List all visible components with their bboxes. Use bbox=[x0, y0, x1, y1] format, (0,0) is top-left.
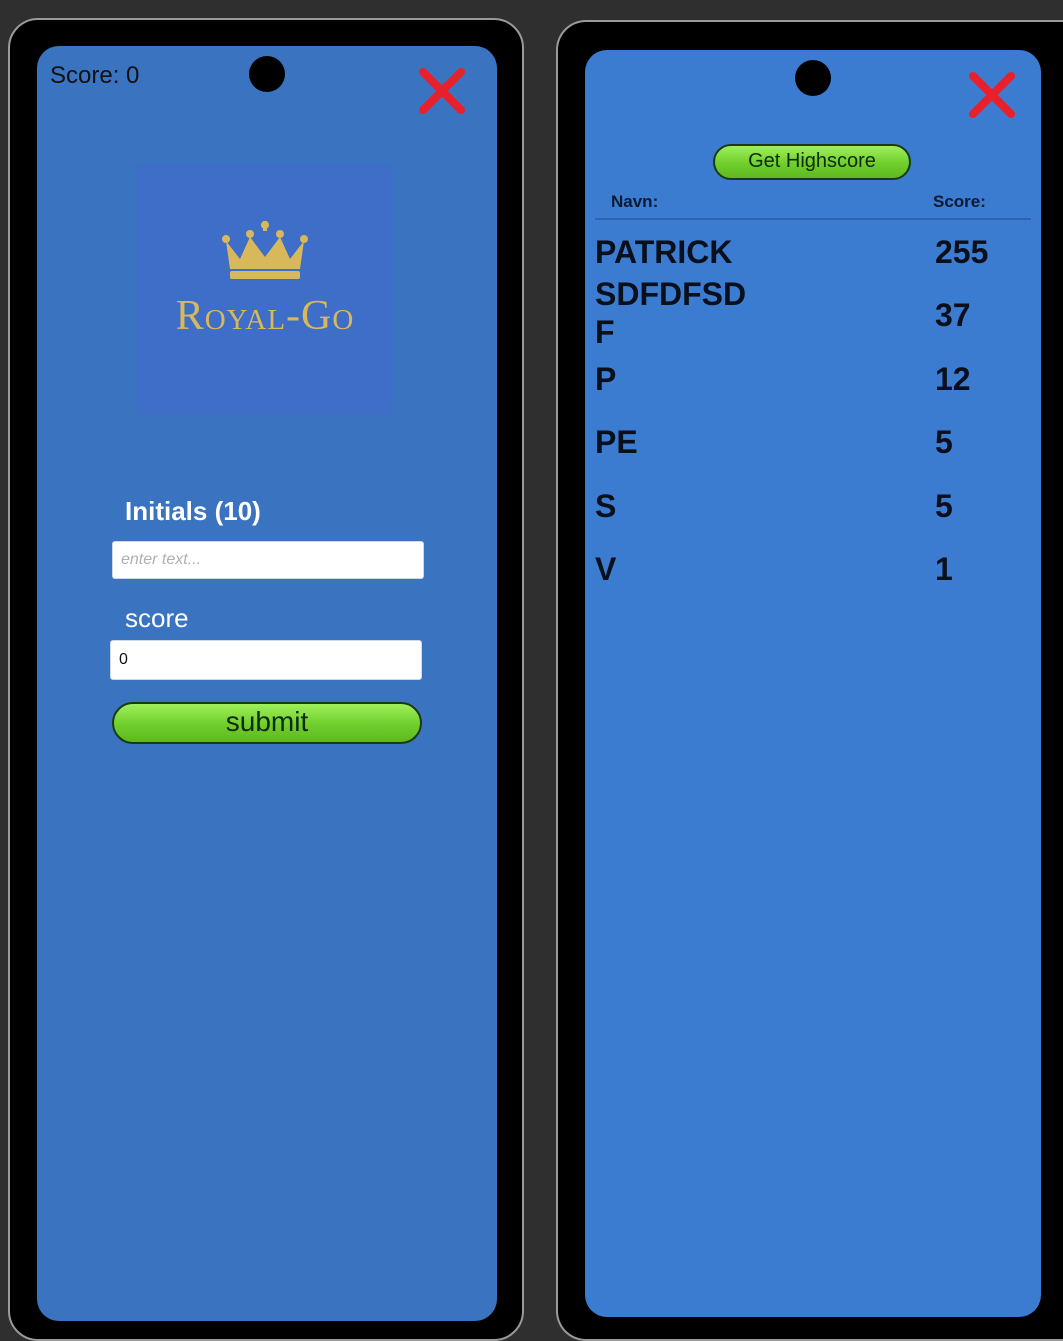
highscore-screen: Get Highscore Navn: Score: PATRICK 255 S… bbox=[585, 50, 1041, 1317]
close-icon[interactable] bbox=[967, 70, 1017, 120]
left-phone-frame: Score: 0 Royal-Go Initials (10) enter te… bbox=[8, 18, 524, 1341]
row-name: V bbox=[595, 551, 617, 587]
score-display: Score: 0 bbox=[50, 62, 140, 89]
royal-go-logo: Royal-Go bbox=[137, 164, 393, 414]
header-divider bbox=[595, 218, 1031, 220]
crown-icon bbox=[222, 221, 308, 279]
row-name: SDFDFSD F bbox=[595, 276, 747, 350]
row-name: S bbox=[595, 488, 617, 524]
row-score: 255 bbox=[935, 234, 989, 270]
score-column-header: Score: bbox=[933, 192, 986, 211]
score-input[interactable] bbox=[110, 640, 422, 680]
camera-notch-icon bbox=[249, 56, 285, 92]
name-column-header: Navn: bbox=[611, 192, 659, 211]
submit-score-screen: Score: 0 Royal-Go Initials (10) enter te… bbox=[37, 46, 497, 1321]
row-score: 37 bbox=[935, 297, 971, 333]
logo-wordmark: Royal-Go bbox=[175, 293, 355, 339]
right-phone-frame: Get Highscore Navn: Score: PATRICK 255 S… bbox=[556, 20, 1063, 1341]
camera-notch-icon bbox=[795, 60, 831, 96]
row-name: PATRICK bbox=[595, 234, 733, 270]
score-field-label: score bbox=[125, 603, 189, 633]
initials-input[interactable] bbox=[112, 541, 424, 579]
get-highscore-button[interactable]: Get Highscore bbox=[713, 144, 911, 180]
row-score: 12 bbox=[935, 361, 971, 397]
submit-button[interactable]: submit bbox=[112, 702, 422, 744]
row-score: 5 bbox=[935, 424, 953, 460]
row-score: 1 bbox=[935, 551, 953, 587]
initials-label: Initials (10) bbox=[125, 496, 261, 526]
row-name: PE bbox=[595, 424, 638, 460]
row-score: 5 bbox=[935, 488, 953, 524]
row-name: P bbox=[595, 361, 617, 397]
close-icon[interactable] bbox=[417, 66, 467, 116]
